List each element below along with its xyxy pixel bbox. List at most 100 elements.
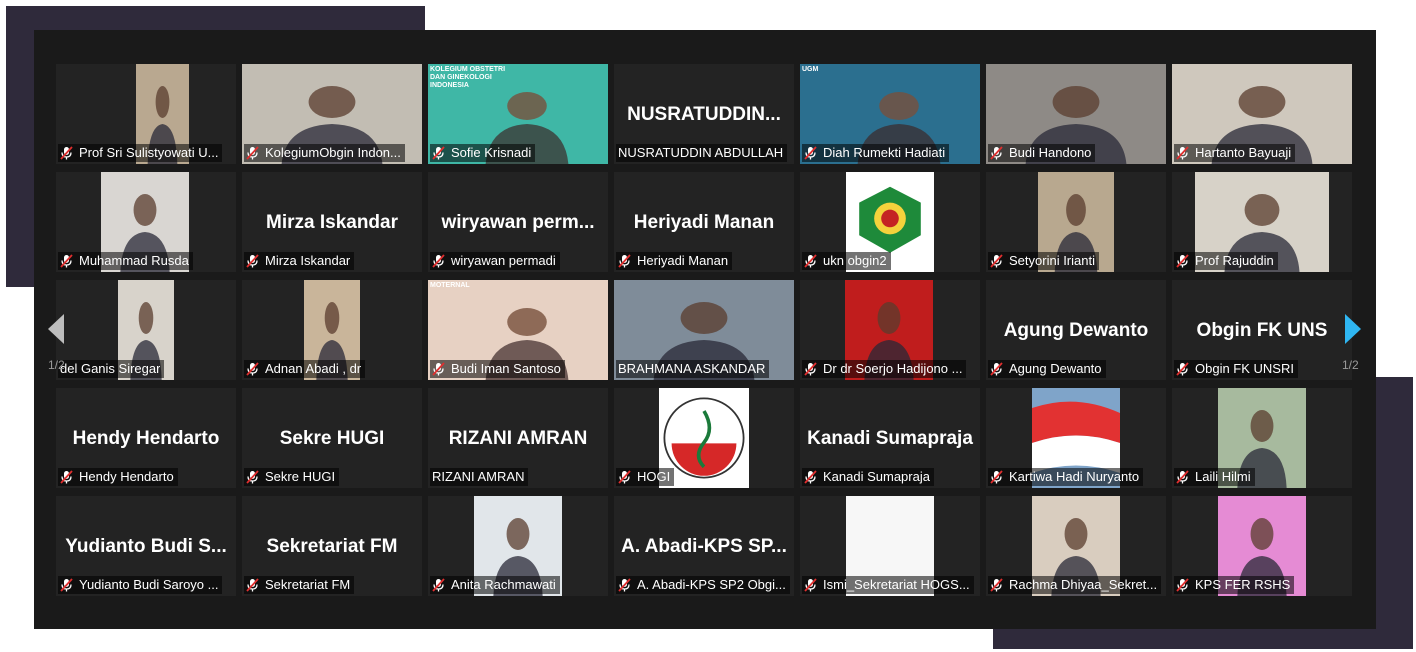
muted-microphone-icon [804, 146, 817, 160]
participant-tile[interactable]: Kartiwa Hadi Nuryanto [986, 388, 1166, 488]
participant-name-label: Heriyadi Manan [616, 252, 733, 270]
participant-tile[interactable]: Sekre HUGI Sekre HUGI [242, 388, 422, 488]
participant-name-label: Agung Dewanto [988, 360, 1106, 378]
participant-name-label: Laili Hilmi [1174, 468, 1255, 486]
participant-tile[interactable]: Kanadi Sumapraja Kanadi Sumapraja [800, 388, 980, 488]
participant-tile[interactable]: KolegiumObgin Indon... [242, 64, 422, 164]
participant-tile[interactable]: ukn obgin2 [800, 172, 980, 272]
participant-display-name: Sekre HUGI [279, 428, 385, 449]
participant-name-label: KolegiumObgin Indon... [244, 144, 405, 162]
participant-tile[interactable]: Prof Rajuddin [1172, 172, 1352, 272]
participant-name-text: Budi Iman Santoso [451, 361, 561, 376]
participant-tile[interactable]: Heriyadi Manan Heriyadi Manan [614, 172, 794, 272]
participant-tile[interactable]: Yudianto Budi S... Yudianto Budi Saroyo .… [56, 496, 236, 596]
muted-microphone-icon [432, 362, 445, 376]
participant-display-name: Heriyadi Manan [633, 212, 775, 233]
previous-page-arrow-icon[interactable] [46, 312, 66, 346]
participant-tile[interactable]: NUSRATUDDIN... NUSRATUDDIN ABDULLAH [614, 64, 794, 164]
participant-name-label: Budi Iman Santoso [430, 360, 565, 378]
participant-display-name: Hendy Hendarto [72, 428, 220, 449]
participant-tile[interactable]: Hendy Hendarto Hendy Hendarto [56, 388, 236, 488]
participant-name-text: del Ganis Siregar [60, 361, 161, 376]
participant-tile[interactable]: Sekretariat FM Sekretariat FM [242, 496, 422, 596]
participant-tile[interactable]: A. Abadi-KPS SP... A. Abadi-KPS SP2 Obgi.… [614, 496, 794, 596]
participant-tile[interactable]: Rachma Dhiyaa_Sekret... [986, 496, 1166, 596]
participant-name-text: Sofie Krisnadi [451, 145, 532, 160]
participant-tile[interactable]: Mirza Iskandar Mirza Iskandar [242, 172, 422, 272]
muted-microphone-icon [990, 470, 1003, 484]
participant-name-label: Sekre HUGI [244, 468, 340, 486]
participant-tile[interactable]: Agung Dewanto Agung Dewanto [986, 280, 1166, 380]
participant-tile[interactable]: wiryawan perm... wiryawan permadi [428, 172, 608, 272]
muted-microphone-icon [804, 470, 817, 484]
participant-tile[interactable]: RIZANI AMRAN RIZANI AMRAN [428, 388, 608, 488]
participant-name-text: Kartiwa Hadi Nuryanto [1009, 469, 1140, 484]
participant-name-text: A. Abadi-KPS SP2 Obgi... [637, 577, 786, 592]
participant-tile[interactable]: MOTERNAL Budi Iman Santoso [428, 280, 608, 380]
muted-microphone-icon [432, 578, 445, 592]
participant-tile[interactable]: del Ganis Siregar [56, 280, 236, 380]
participant-tile[interactable]: UGM Diah Rumekti Hadiati [800, 64, 980, 164]
muted-microphone-icon [432, 146, 445, 160]
participant-name-text: Heriyadi Manan [637, 253, 729, 268]
participant-name-label: Rachma Dhiyaa_Sekret... [988, 576, 1162, 594]
muted-microphone-icon [1176, 470, 1189, 484]
participant-name-text: Yudianto Budi Saroyo ... [79, 577, 219, 592]
participant-name-text: Rachma Dhiyaa_Sekret... [1009, 577, 1158, 592]
participant-display-name: Yudianto Budi S... [65, 536, 227, 557]
participant-name-text: RIZANI AMRAN [432, 469, 525, 484]
muted-microphone-icon [60, 578, 73, 592]
participant-tile[interactable]: Adnan Abadi , dr [242, 280, 422, 380]
participant-name-label: Dr dr Soerjo Hadijono ... [802, 360, 967, 378]
participant-name-text: Obgin FK UNSRI [1195, 361, 1294, 376]
participant-name-text: Anita Rachmawati [451, 577, 556, 592]
page-indicator-left: 1/2 [48, 358, 65, 372]
participant-name-label: HOGI [616, 468, 675, 486]
participant-name-text: Sekre HUGI [265, 469, 336, 484]
participant-tile[interactable]: KOLEGIUM OBSTETRI DAN GINEKOLOGI INDONES… [428, 64, 608, 164]
next-page-arrow-icon[interactable] [1343, 312, 1363, 346]
participant-name-text: Sekretariat FM [265, 577, 351, 592]
participant-tile[interactable]: Muhammad Rusda [56, 172, 236, 272]
participant-name-text: KolegiumObgin Indon... [265, 145, 401, 160]
muted-microphone-icon [804, 578, 817, 592]
muted-microphone-icon [990, 146, 1003, 160]
participant-name-text: Hartanto Bayuaji [1195, 145, 1292, 160]
participant-name-label: Anita Rachmawati [430, 576, 560, 594]
participant-tile[interactable]: Hartanto Bayuaji [1172, 64, 1352, 164]
participant-display-name: Obgin FK UNS [1196, 320, 1328, 341]
participant-name-label: Obgin FK UNSRI [1174, 360, 1298, 378]
participant-tile[interactable]: Anita Rachmawati [428, 496, 608, 596]
participant-display-name: Agung Dewanto [1003, 320, 1149, 341]
participant-name-text: Laili Hilmi [1195, 469, 1251, 484]
muted-microphone-icon [618, 470, 631, 484]
muted-microphone-icon [60, 254, 73, 268]
participant-tile[interactable]: Ismi_Sekretariat HOGS... [800, 496, 980, 596]
participant-name-label: Adnan Abadi , dr [244, 360, 366, 378]
participant-display-name: RIZANI AMRAN [448, 428, 588, 449]
muted-microphone-icon [246, 254, 259, 268]
participant-tile[interactable]: Prof Sri Sulistyowati U... [56, 64, 236, 164]
participant-name-label: A. Abadi-KPS SP2 Obgi... [616, 576, 790, 594]
participant-tile[interactable]: KPS FER RSHS [1172, 496, 1352, 596]
muted-microphone-icon [804, 254, 817, 268]
participant-name-text: KPS FER RSHS [1195, 577, 1291, 592]
participant-name-label: Muhammad Rusda [58, 252, 193, 270]
participant-name-text: Agung Dewanto [1009, 361, 1102, 376]
participant-name-label: RIZANI AMRAN [430, 468, 529, 486]
participant-name-text: Mirza Iskandar [265, 253, 351, 268]
participant-tile[interactable]: BRAHMANA ASKANDAR [614, 280, 794, 380]
participant-name-text: Adnan Abadi , dr [265, 361, 362, 376]
participant-tile[interactable]: Obgin FK UNS Obgin FK UNSRI [1172, 280, 1352, 380]
participant-name-text: Prof Rajuddin [1195, 253, 1274, 268]
participant-tile[interactable]: Laili Hilmi [1172, 388, 1352, 488]
page-indicator-right: 1/2 [1342, 358, 1359, 372]
participant-tile[interactable]: Setyorini Irianti [986, 172, 1166, 272]
participant-name-label: wiryawan permadi [430, 252, 560, 270]
participant-tile[interactable]: Budi Handono [986, 64, 1166, 164]
participant-tile[interactable]: HOGI [614, 388, 794, 488]
muted-microphone-icon [246, 146, 259, 160]
participant-tile[interactable]: Dr dr Soerjo Hadijono ... [800, 280, 980, 380]
participant-display-name: Kanadi Sumapraja [807, 428, 973, 449]
participant-name-text: Muhammad Rusda [79, 253, 189, 268]
